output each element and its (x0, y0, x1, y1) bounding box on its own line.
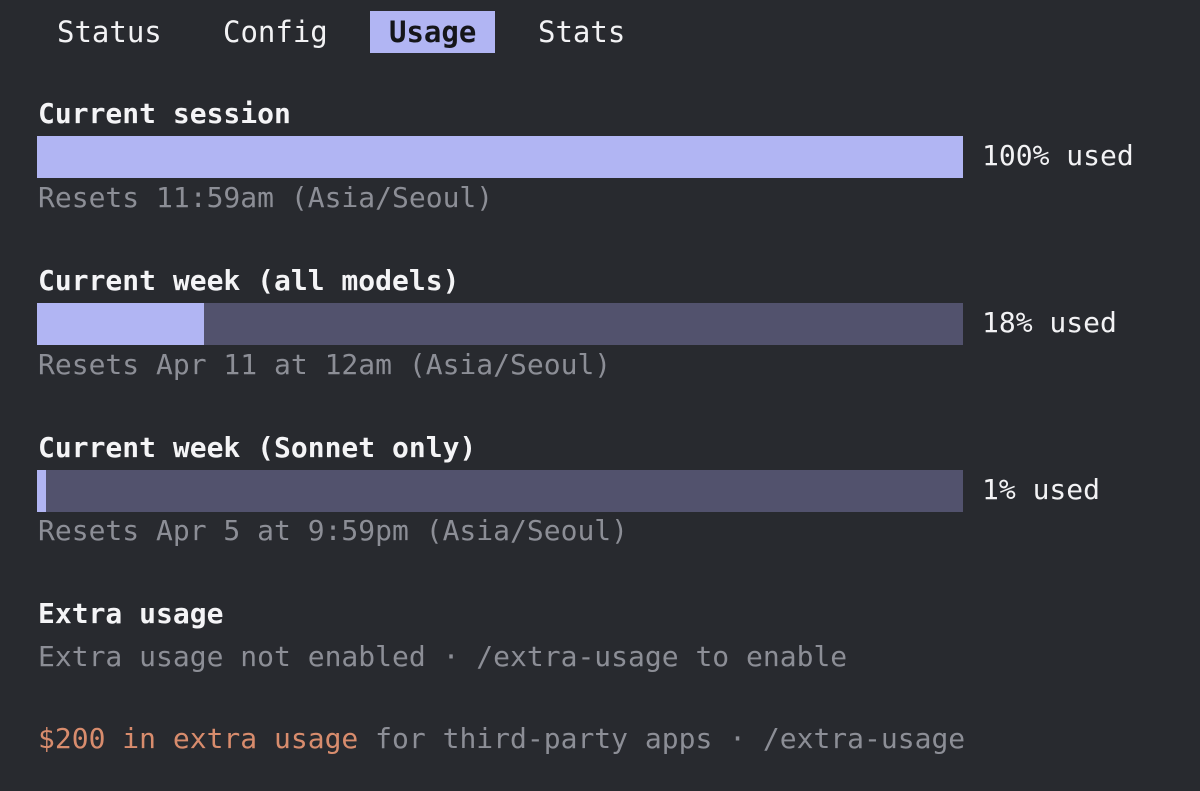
promo-highlight: $200 in extra usage (38, 722, 359, 755)
reset-text-week-all: Resets Apr 11 at 12am (Asia/Seoul) (38, 348, 612, 381)
tab-usage[interactable]: Usage (370, 11, 496, 53)
extra-usage-promo: $200 in extra usage for third-party apps… (38, 722, 965, 755)
reset-text-session: Resets 11:59am (Asia/Seoul) (38, 181, 494, 214)
section-title-session: Current session (38, 97, 291, 130)
tab-stats[interactable]: Stats (538, 11, 625, 53)
progress-bar-week-all (37, 303, 963, 345)
tab-bar: Status Config Usage Stats (0, 11, 1200, 53)
extra-usage-status: Extra usage not enabled · /extra-usage t… (38, 640, 848, 673)
section-title-extra-usage: Extra usage (38, 597, 224, 630)
progress-fill (37, 303, 204, 345)
promo-rest: for third-party apps · /extra-usage (358, 722, 966, 755)
section-title-week-sonnet: Current week (Sonnet only) (38, 431, 477, 464)
progress-fill (37, 470, 47, 512)
used-label-session: 100% used (982, 139, 1134, 172)
used-label-week-sonnet: 1% used (982, 473, 1101, 506)
used-label-week-all: 18% used (982, 306, 1117, 339)
section-title-week-all: Current week (all models) (38, 264, 460, 297)
progress-bar-session (37, 136, 963, 178)
reset-text-week-sonnet: Resets Apr 5 at 9:59pm (Asia/Seoul) (38, 514, 629, 547)
tab-status[interactable]: Status (57, 11, 162, 53)
progress-fill (37, 136, 963, 178)
tab-config[interactable]: Config (223, 11, 328, 53)
progress-bar-week-sonnet (37, 470, 963, 512)
